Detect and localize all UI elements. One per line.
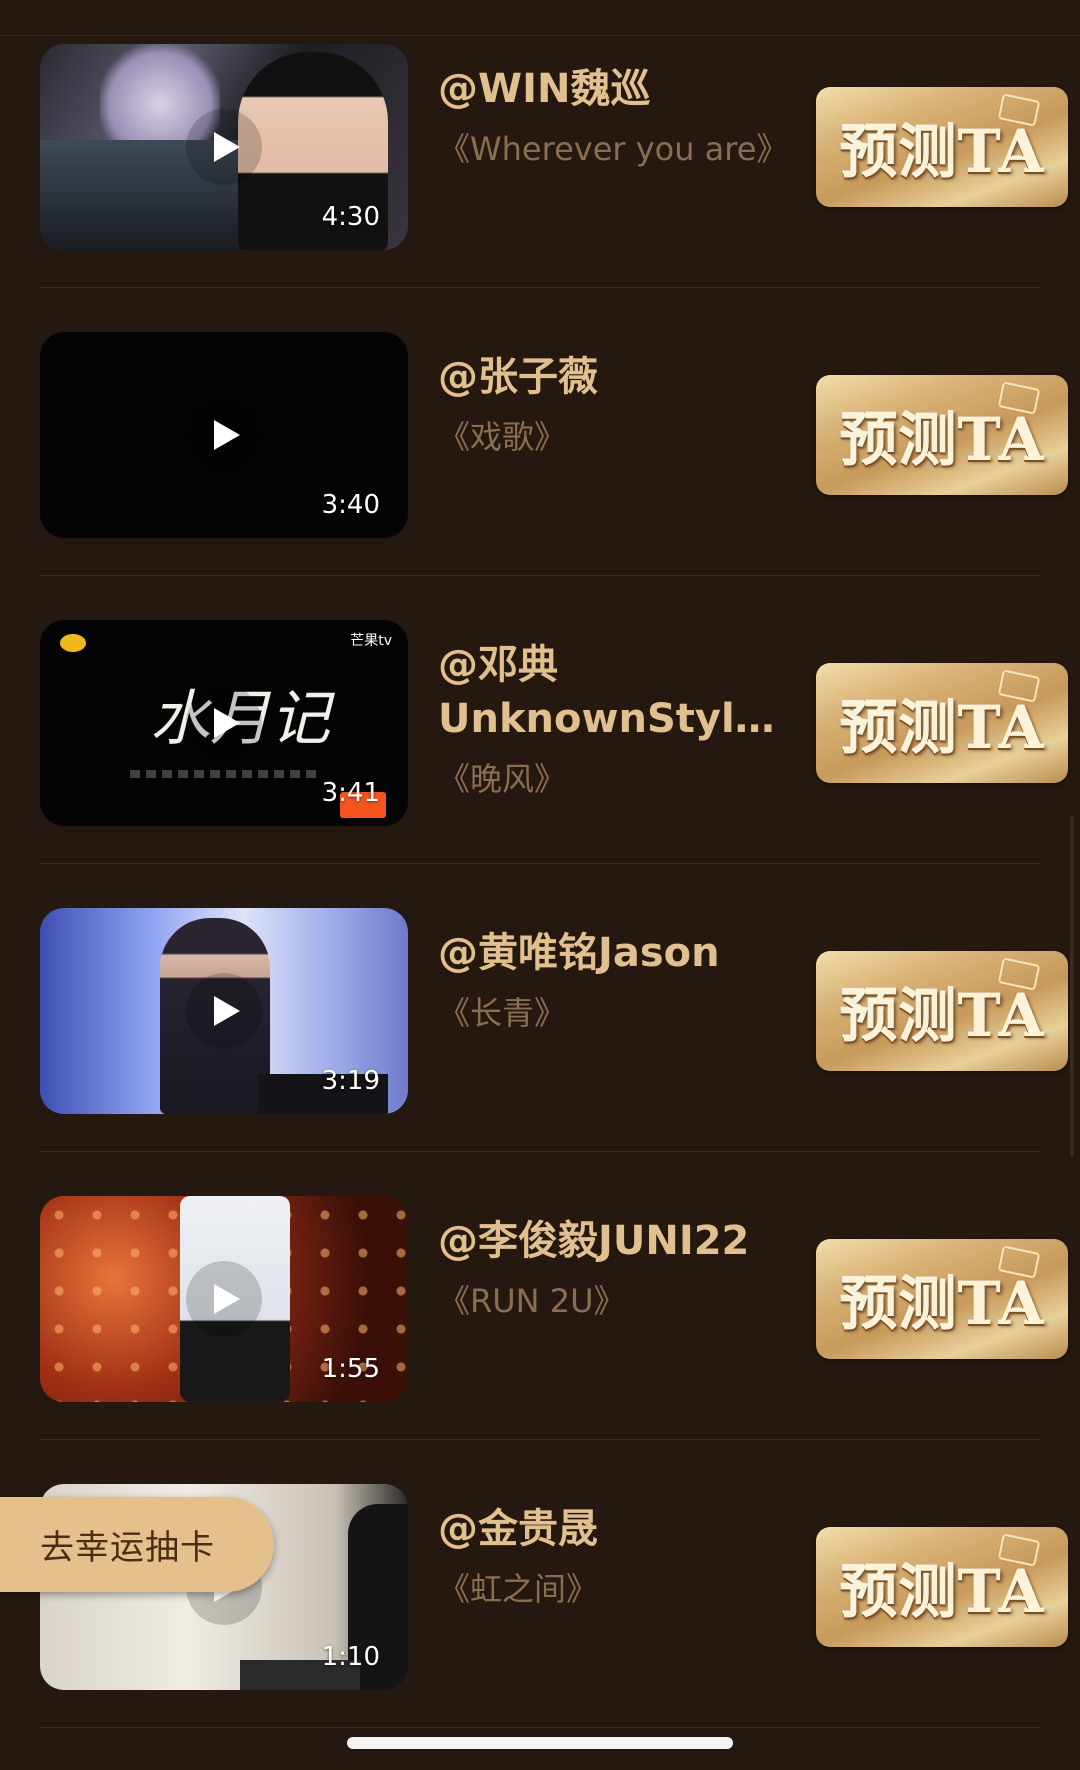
artist-name[interactable]: @李俊毅JUNI22 [438, 1214, 778, 1268]
song-title: 《长青》 [438, 994, 567, 1032]
artist-name[interactable]: @金贵晟 [438, 1502, 778, 1556]
home-indicator[interactable] [347, 1737, 733, 1749]
thumb-art [130, 770, 318, 778]
artist-name[interactable]: @黄唯铭Jason [438, 926, 778, 980]
lucky-draw-button[interactable]: 去幸运抽卡 [0, 1497, 274, 1592]
play-button[interactable] [186, 109, 262, 185]
video-thumbnail[interactable]: 1:55 [40, 1196, 408, 1402]
video-thumbnail[interactable]: 3:19 [40, 908, 408, 1114]
song-title: 《Wherever you are》 [438, 130, 789, 168]
entry-info: @张子薇 《戏歌》 [438, 350, 778, 464]
artist-name[interactable]: @WIN魏巡 [438, 62, 778, 116]
list-item[interactable]: 4:30 @WIN魏巡 《Wherever you are》 预测TA [0, 0, 1080, 288]
video-duration: 3:19 [321, 1066, 380, 1096]
play-icon [214, 996, 240, 1026]
play-button[interactable] [186, 1261, 262, 1337]
entry-info: @黄唯铭Jason 《长青》 [438, 926, 778, 1040]
play-icon [214, 132, 240, 162]
play-button[interactable] [186, 685, 262, 761]
predict-button[interactable]: 预测TA [816, 375, 1068, 495]
entry-info: @邓典UnknownStyle... 《晚风》 [438, 638, 778, 806]
video-thumbnail[interactable]: 芒果tv 水月记 3:41 [40, 620, 408, 826]
song-title: 《虹之间》 [438, 1570, 599, 1608]
list-item[interactable]: 3:40 @张子薇 《戏歌》 预测TA [0, 288, 1080, 576]
play-button[interactable] [186, 397, 262, 473]
channel-logo-icon [60, 634, 86, 652]
video-duration: 3:41 [321, 778, 380, 808]
predict-button[interactable]: 预测TA [816, 663, 1068, 783]
video-thumbnail[interactable]: 4:30 [40, 44, 408, 250]
song-title: 《晚风》 [438, 760, 567, 798]
entry-info: @金贵晟 《虹之间》 [438, 1502, 778, 1616]
predict-button[interactable]: 预测TA [816, 1527, 1068, 1647]
video-duration: 1:10 [321, 1642, 380, 1672]
list-item[interactable]: 3:19 @黄唯铭Jason 《长青》 预测TA [0, 864, 1080, 1152]
play-icon [214, 420, 240, 450]
play-icon [214, 1284, 240, 1314]
artist-name[interactable]: @张子薇 [438, 350, 778, 404]
scrollbar[interactable] [1070, 816, 1074, 1156]
video-duration: 3:40 [321, 490, 380, 520]
video-duration: 1:55 [321, 1354, 380, 1384]
song-title: 《RUN 2U》 [438, 1282, 626, 1320]
entry-info: @李俊毅JUNI22 《RUN 2U》 [438, 1214, 778, 1328]
entry-info: @WIN魏巡 《Wherever you are》 [438, 62, 789, 176]
predict-button[interactable]: 预测TA [816, 951, 1068, 1071]
video-thumbnail[interactable]: 3:40 [40, 332, 408, 538]
lucky-draw-label: 去幸运抽卡 [40, 1528, 215, 1568]
play-icon [214, 708, 240, 738]
predict-button[interactable]: 预测TA [816, 1239, 1068, 1359]
song-title: 《戏歌》 [438, 418, 567, 456]
play-button[interactable] [186, 973, 262, 1049]
video-duration: 4:30 [321, 202, 380, 232]
row-divider [40, 1727, 1040, 1728]
artist-name[interactable]: @邓典UnknownStyle... [438, 638, 778, 746]
channel-name: 芒果tv [350, 633, 392, 649]
predict-button[interactable]: 预测TA [816, 87, 1068, 207]
list-item[interactable]: 1:55 @李俊毅JUNI22 《RUN 2U》 预测TA [0, 1152, 1080, 1440]
list-item[interactable]: 芒果tv 水月记 3:41 @邓典UnknownStyle... 《晚风》 预测… [0, 576, 1080, 864]
